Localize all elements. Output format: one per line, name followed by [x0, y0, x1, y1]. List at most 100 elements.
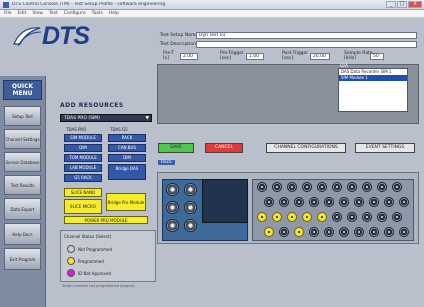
list-item[interactable]	[339, 99, 407, 105]
add-power-pro-button[interactable]: POWER PRO MODULE	[64, 216, 148, 224]
rack-connector[interactable]	[184, 183, 197, 196]
add-g5-rack-button[interactable]: G5 RACK	[64, 174, 102, 182]
quick-menu-sensor-database[interactable]: Sensor Database	[4, 152, 41, 172]
channel-connector-programmed[interactable]	[294, 227, 304, 237]
menu-test[interactable]: Test	[49, 11, 58, 16]
channel-connector[interactable]	[257, 182, 267, 192]
rack-connector[interactable]	[166, 183, 179, 196]
channel-connector[interactable]	[332, 212, 342, 222]
add-slice-nano-button[interactable]: SLICE NANO	[64, 188, 102, 197]
channel-connector[interactable]	[362, 212, 372, 222]
add-dim-button[interactable]: DIM	[64, 144, 102, 152]
test-description-label: Test Description	[160, 42, 196, 47]
channel-connector[interactable]	[279, 227, 289, 237]
sample-rate-input[interactable]: 50	[370, 53, 384, 60]
resource-list[interactable]: DAS Data Recorder SIM 1 SIM Module 1	[338, 68, 408, 112]
title-bar: DTS Control Console (TM) - Test Setup Pr…	[0, 0, 424, 10]
rack-connector[interactable]	[166, 201, 179, 214]
channel-connector[interactable]	[287, 182, 297, 192]
menu-configure[interactable]: Configure	[64, 11, 86, 16]
pre-trigger-input[interactable]: 1.00	[246, 53, 264, 60]
hardware-tab[interactable]: Rack	[158, 160, 175, 165]
add-bridge-das-button[interactable]: Bridge DAS	[108, 164, 146, 180]
window-title: DTS Control Console (TM) - Test Setup Pr…	[12, 2, 166, 7]
add-bridge-pro-button[interactable]: Bridge Pro Module	[106, 193, 146, 211]
close-button[interactable]: X	[408, 1, 422, 8]
channel-connector[interactable]	[354, 197, 364, 207]
event-settings-button[interactable]: EVENT SETTINGS	[355, 143, 415, 153]
channel-connector[interactable]	[399, 227, 409, 237]
add-can-bus-button[interactable]: CAN BUS	[108, 144, 146, 152]
channel-connector[interactable]	[309, 227, 319, 237]
add-lab-module-button[interactable]: LAB MODULE	[64, 164, 102, 172]
channel-configurations-button[interactable]: CHANNEL CONFIGURATIONS	[266, 143, 346, 153]
hardware-rack-view	[157, 172, 419, 244]
channel-connector[interactable]	[317, 182, 327, 192]
field-1-input[interactable]: 2.00	[180, 53, 198, 60]
quick-menu-exit[interactable]: Exit Program	[4, 248, 41, 270]
menu-tools[interactable]: Tools	[92, 11, 103, 16]
cancel-button[interactable]: CANCEL	[205, 143, 243, 153]
quick-menu-test-results[interactable]: Test Results	[4, 175, 41, 195]
legend-footer: Show channels not programmed (legend)	[62, 284, 135, 288]
field-1-unit: [s]	[163, 56, 169, 61]
quick-menu-data-export[interactable]: Data Export	[4, 198, 41, 220]
quick-menu-channel-settings[interactable]: Channel Settings	[4, 129, 41, 149]
channel-connector[interactable]	[384, 197, 394, 207]
resource-type-value: TDAS PRO (SIM)	[64, 116, 100, 121]
channel-connector[interactable]	[294, 197, 304, 207]
channel-connector[interactable]	[369, 227, 379, 237]
add-sim-module-button[interactable]: SIM MODULE	[64, 134, 102, 142]
menu-edit[interactable]: Edit	[18, 11, 27, 16]
maximize-button[interactable]: □	[397, 1, 407, 8]
channel-connector[interactable]	[332, 182, 342, 192]
channel-connector-programmed[interactable]	[272, 212, 282, 222]
rack-connector[interactable]	[184, 201, 197, 214]
channel-connector-programmed[interactable]	[257, 212, 267, 222]
channel-connector[interactable]	[272, 182, 282, 192]
channel-connector[interactable]	[339, 227, 349, 237]
channel-connector-programmed[interactable]	[264, 227, 274, 237]
rack-connector[interactable]	[184, 219, 197, 232]
channel-connector[interactable]	[309, 197, 319, 207]
channel-connector[interactable]	[384, 227, 394, 237]
test-description-input[interactable]	[196, 41, 417, 48]
channel-connector[interactable]	[279, 197, 289, 207]
channel-connector-programmed[interactable]	[302, 212, 312, 222]
channel-connector[interactable]	[324, 227, 334, 237]
channel-connector[interactable]	[354, 227, 364, 237]
channel-connector[interactable]	[377, 182, 387, 192]
quick-menu-help-docs[interactable]: Help Docs	[4, 223, 41, 245]
add-slice-micro-button[interactable]: SLICE MICRO	[64, 199, 102, 214]
menu-file[interactable]: File	[4, 11, 12, 16]
quick-menu-setup-test[interactable]: Setup Test	[4, 106, 41, 126]
menu-view[interactable]: View	[32, 11, 43, 16]
resource-type-select[interactable]: TDAS PRO (SIM) ▼	[60, 114, 152, 122]
channel-connector[interactable]	[264, 197, 274, 207]
add-rack-button[interactable]: RACK	[108, 134, 146, 142]
channel-connector[interactable]	[369, 197, 379, 207]
channel-connector[interactable]	[339, 197, 349, 207]
quick-menu-title: QUICK MENU	[3, 80, 42, 100]
minimize-button[interactable]: _	[386, 1, 396, 8]
channel-connector[interactable]	[324, 197, 334, 207]
menu-help[interactable]: Help	[109, 11, 119, 16]
add-g5-dim-button[interactable]: DIM	[108, 154, 146, 162]
channel-connector[interactable]	[399, 197, 409, 207]
channel-connector[interactable]	[302, 182, 312, 192]
channel-connector-programmed[interactable]	[287, 212, 297, 222]
rack-connector[interactable]	[166, 219, 179, 232]
channel-connector-programmed[interactable]	[317, 212, 327, 222]
channel-connector[interactable]	[377, 212, 387, 222]
post-trigger-input[interactable]: 20.00	[310, 53, 330, 60]
quick-menu: QUICK MENU Setup Test Channel Settings S…	[0, 76, 46, 307]
channel-connector[interactable]	[362, 182, 372, 192]
save-button[interactable]: SAVE	[158, 143, 194, 153]
channel-connector[interactable]	[347, 182, 357, 192]
add-tom-module-button[interactable]: TOM MODULE	[64, 154, 102, 162]
channel-connector[interactable]	[392, 182, 402, 192]
channel-connector[interactable]	[392, 212, 402, 222]
legend-item: Not Programmed	[67, 245, 112, 253]
test-setup-name-input[interactable]: Dyn Test 01	[196, 32, 417, 39]
channel-connector[interactable]	[347, 212, 357, 222]
